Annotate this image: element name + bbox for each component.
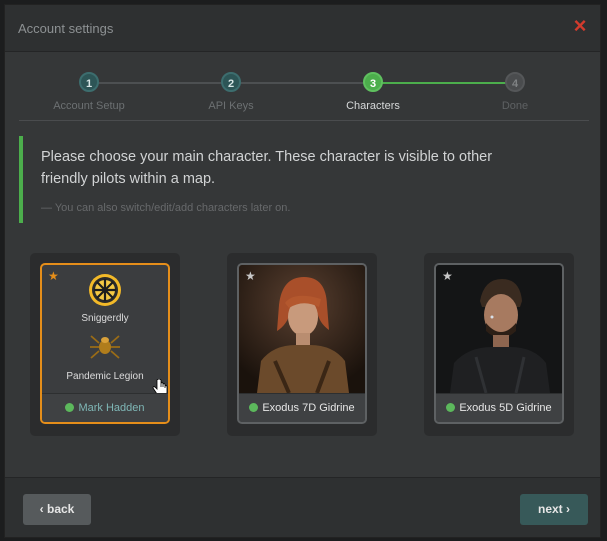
dialog-title: Account settings (18, 21, 114, 36)
character-portrait: ★ (239, 265, 365, 394)
callout-note: — You can also switch/edit/add character… (41, 202, 291, 214)
online-status-icon (65, 403, 75, 412)
step-connector (89, 82, 231, 84)
character-card-inner[interactable]: ★ Exodus 7D Gidrine (237, 263, 367, 424)
step-1-label: Account Setup (53, 100, 125, 112)
step-3-label: Characters (346, 100, 400, 112)
step-2-indicator[interactable]: 2 (221, 72, 241, 92)
corporation-name: Sniggerdly (81, 313, 129, 324)
character-portrait-image (436, 265, 562, 394)
star-icon[interactable]: ★ (245, 270, 256, 282)
online-status-icon (446, 403, 456, 412)
divider (19, 120, 589, 121)
step-connector (231, 82, 373, 84)
character-card-inner[interactable]: ★ Sniggerdly Pandemic Legion Mark Hadden (40, 263, 170, 424)
back-button[interactable]: ‹ back (23, 494, 91, 525)
next-button[interactable]: next › (520, 494, 588, 525)
character-footer: Exodus 5D Gidrine (436, 393, 562, 422)
step-1-indicator[interactable]: 1 (79, 72, 99, 92)
character-card[interactable]: ★ Exodus 5D Gidrine (424, 253, 574, 436)
character-footer: Mark Hadden (42, 393, 168, 422)
character-portrait: ★ Sniggerdly Pandemic Legion (42, 265, 168, 397)
character-name: Exodus 5D Gidrine (459, 402, 552, 414)
online-status-icon (249, 403, 259, 412)
step-4-indicator: 4 (505, 72, 525, 92)
alliance-logo (90, 335, 120, 359)
account-settings-dialog: Account settings × 1 Account Setup 2 API… (4, 4, 601, 538)
star-icon[interactable]: ★ (442, 270, 453, 282)
corporation-logo (89, 274, 121, 306)
character-footer: Exodus 7D Gidrine (239, 393, 365, 422)
step-2-label: API Keys (208, 100, 254, 112)
step-4-label: Done (501, 100, 529, 112)
alliance-name: Pandemic Legion (66, 371, 144, 382)
step-3-indicator[interactable]: 3 (363, 72, 383, 92)
info-callout: Please choose your main character. These… (19, 136, 589, 223)
dialog-footer: ‹ back next › (5, 477, 600, 537)
wizard-steps: 1 Account Setup 2 API Keys 3 Characters … (5, 52, 600, 122)
character-card[interactable]: ★ Sniggerdly Pandemic Legion Mark Hadden (30, 253, 180, 436)
main-star-icon[interactable]: ★ (48, 270, 59, 282)
character-portrait-image (239, 265, 365, 394)
character-name: Exodus 7D Gidrine (262, 402, 355, 414)
callout-text: Please choose your main character. These… (41, 149, 493, 187)
step-connector (373, 82, 515, 84)
close-icon[interactable]: × (571, 15, 589, 37)
character-name: Mark Hadden (78, 402, 145, 414)
character-card-inner[interactable]: ★ Exodus 5D Gidrine (434, 263, 564, 424)
character-card[interactable]: ★ Exodus 7D Gidrine (227, 253, 377, 436)
dialog-header: Account settings × (5, 5, 600, 52)
character-portrait: ★ (436, 265, 562, 394)
